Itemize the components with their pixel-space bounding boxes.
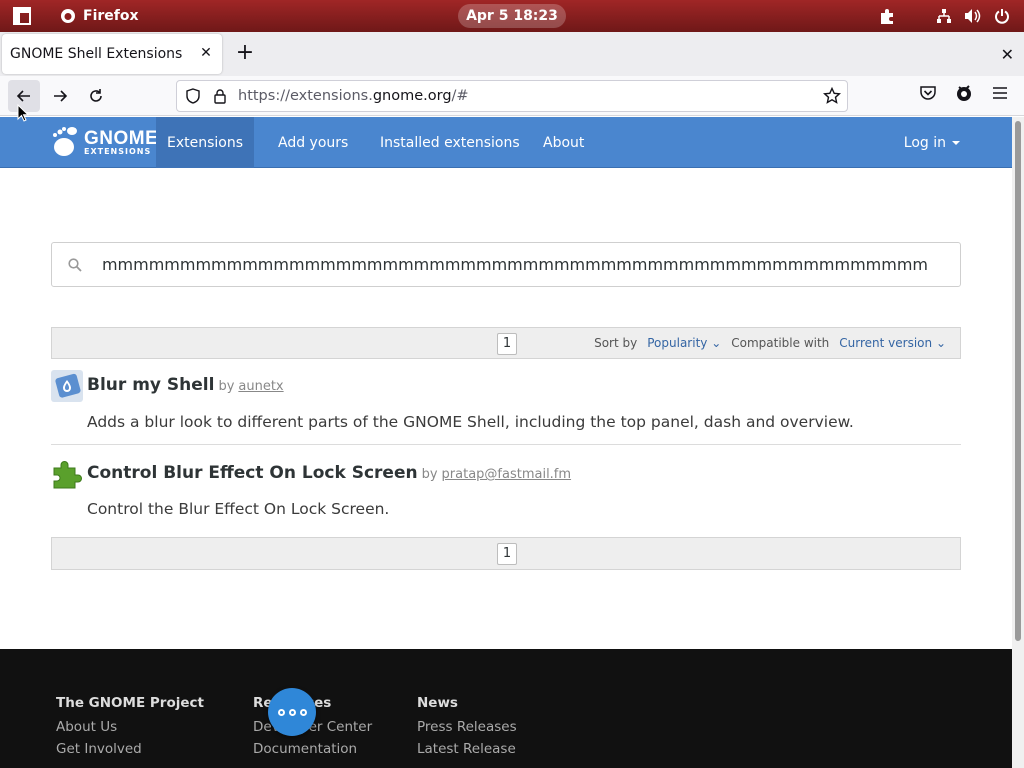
site-navigation: GNOME EXTENSIONS Extensions Add yours In… <box>0 117 1012 168</box>
navigation-toolbar: https://extensions.gnome.org/# <box>0 76 1024 116</box>
forward-button[interactable] <box>44 80 76 112</box>
extension-by-label: by <box>421 467 438 482</box>
blur-my-shell-icon[interactable] <box>51 370 83 402</box>
footer-column-gnome-project: The GNOME Project About Us Get Involved <box>56 695 204 757</box>
url-suffix: /# <box>451 88 469 104</box>
caret-down-icon <box>952 140 960 145</box>
tracking-protection-shield-icon[interactable] <box>185 88 201 104</box>
login-label: Log in <box>903 134 946 151</box>
compatible-with-dropdown[interactable]: Current version ⌄ <box>839 336 946 350</box>
extension-description: Adds a blur look to different parts of t… <box>87 413 854 431</box>
extension-author-link[interactable]: pratap@fastmail.fm <box>442 467 572 482</box>
sort-controls: Sort by Popularity ⌄ Compatible with Cur… <box>594 328 946 358</box>
power-icon <box>995 9 1009 24</box>
clock[interactable]: Apr 5 18:23 <box>458 4 566 28</box>
gnome-top-bar: Firefox Apr 5 18:23 <box>0 0 1024 32</box>
login-dropdown[interactable]: Log in <box>904 117 960 168</box>
footer-link[interactable]: Documentation <box>253 741 372 757</box>
sort-by-value: Popularity <box>647 336 708 350</box>
url-text: https://extensions.gnome.org/# <box>238 88 469 104</box>
url-bar[interactable]: https://extensions.gnome.org/# <box>176 80 848 112</box>
extension-toolbar-icon[interactable] <box>955 84 973 102</box>
dot-icon <box>288 708 296 716</box>
footer-link[interactable]: Latest Release <box>417 741 517 757</box>
pagination-bar-bottom: 1 <box>51 537 961 570</box>
sort-by-label: Sort by <box>594 336 638 350</box>
reload-button[interactable] <box>80 80 112 112</box>
pocket-icon[interactable] <box>919 84 937 102</box>
list-item: Control Blur Effect On Lock Screen by pr… <box>51 456 961 526</box>
url-prefix: https://extensions. <box>238 88 373 104</box>
nav-add-yours[interactable]: Add yours <box>278 117 348 168</box>
nav-extensions[interactable]: Extensions <box>156 117 254 168</box>
app-menu[interactable]: Firefox <box>60 8 139 24</box>
search-icon <box>68 258 82 272</box>
footer-link[interactable]: Get Involved <box>56 741 204 757</box>
puzzle-piece-icon[interactable] <box>51 458 83 490</box>
new-tab-button[interactable]: + <box>233 42 257 66</box>
logo-main-text: GNOME <box>84 127 159 149</box>
back-arrow-icon <box>16 90 30 102</box>
compatible-with-value: Current version <box>839 336 933 350</box>
menu-hamburger-icon[interactable] <box>991 84 1009 102</box>
system-tray[interactable] <box>936 0 1010 32</box>
search-input[interactable]: mmmmmmmmmmmmmmmmmmmmmmmmmmmmmmmmmmmmmmmm… <box>102 255 928 274</box>
scrollbar-thumb[interactable] <box>1015 121 1021 641</box>
window-close-icon[interactable]: ✕ <box>1001 45 1014 64</box>
footer-link[interactable]: Press Releases <box>417 719 517 735</box>
activities-icon <box>13 7 31 25</box>
volume-icon <box>965 9 981 23</box>
url-host: gnome.org <box>372 88 452 104</box>
reload-icon <box>90 89 102 102</box>
sort-by-dropdown[interactable]: Popularity ⌄ <box>647 336 721 350</box>
page-number-button[interactable]: 1 <box>497 333 517 355</box>
extension-name-link[interactable]: Blur my Shell <box>87 375 214 395</box>
footer-link[interactable]: About Us <box>56 719 204 735</box>
clock-label: Apr 5 18:23 <box>466 8 558 24</box>
extension-name-link[interactable]: Control Blur Effect On Lock Screen <box>87 463 418 483</box>
firefox-icon <box>61 9 75 23</box>
tab-close-icon[interactable]: ✕ <box>198 45 214 61</box>
dot-icon <box>277 708 285 716</box>
app-name-label: Firefox <box>83 8 139 24</box>
footer-heading: The GNOME Project <box>56 695 204 711</box>
logo-sub-text: EXTENSIONS <box>84 146 152 156</box>
page-scrollbar[interactable] <box>1012 117 1024 768</box>
network-wired-icon <box>937 9 951 23</box>
compatible-with-label: Compatible with <box>731 336 830 350</box>
lock-icon[interactable] <box>212 88 228 104</box>
tab-title: GNOME Shell Extensions <box>10 46 183 62</box>
extension-by-label: by <box>218 379 235 394</box>
footer-heading: News <box>417 695 458 711</box>
activities-button[interactable] <box>0 0 44 32</box>
extension-description: Control the Blur Effect On Lock Screen. <box>87 500 390 518</box>
tab-gnome-extensions[interactable]: GNOME Shell Extensions ✕ <box>2 34 222 74</box>
forward-arrow-icon <box>54 90 68 102</box>
list-item: Blur my Shell by aunetx Adds a blur look… <box>51 368 961 445</box>
footer-column-news: News Press Releases Latest Release <box>417 695 517 757</box>
nav-about[interactable]: About <box>543 117 584 168</box>
extensions-indicator-icon[interactable] <box>878 7 896 25</box>
site-footer: The GNOME Project About Us Get Involved … <box>0 649 1012 768</box>
web-page: GNOME EXTENSIONS Extensions Add yours In… <box>0 117 1012 768</box>
mouse-pointer-icon <box>17 104 29 122</box>
dot-icon <box>299 708 307 716</box>
nav-installed-extensions[interactable]: Installed extensions <box>380 117 520 168</box>
tab-bar: GNOME Shell Extensions ✕ + ✕ <box>0 32 1024 76</box>
page-number-button[interactable]: 1 <box>497 543 517 565</box>
extension-author-link[interactable]: aunetx <box>238 379 283 394</box>
floating-more-button[interactable] <box>268 688 316 736</box>
gnome-extensions-logo[interactable]: GNOME EXTENSIONS <box>50 126 158 158</box>
bookmark-star-icon[interactable] <box>823 87 841 105</box>
gnome-foot-icon <box>53 127 77 156</box>
pagination-bar-top: 1 Sort by Popularity ⌄ Compatible with C… <box>51 327 961 359</box>
search-box[interactable]: mmmmmmmmmmmmmmmmmmmmmmmmmmmmmmmmmmmmmmmm… <box>51 242 961 287</box>
